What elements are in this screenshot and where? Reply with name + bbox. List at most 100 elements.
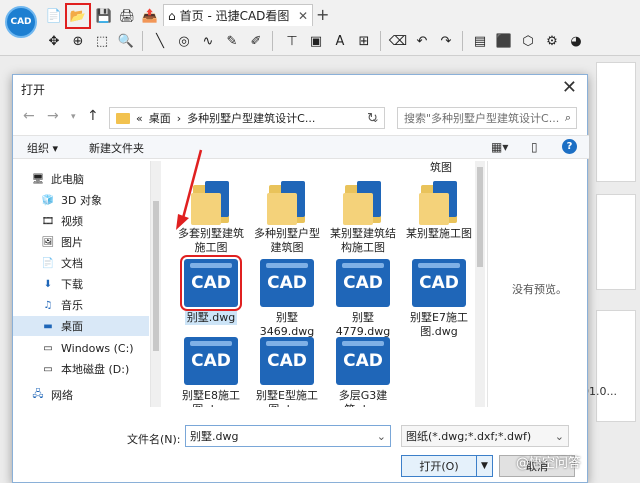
navigation-bar: ← → ▾ ↑ « 桌面 › 多种别墅户型建筑设计C... ⌄ ↻ 搜索"多种别…	[13, 105, 589, 131]
curve-icon[interactable]: ∿	[198, 31, 218, 51]
filename-input[interactable]: 别墅.dwg ⌄	[185, 425, 391, 447]
file-name: 别墅.dwg	[184, 311, 238, 325]
file-list: 筑图 多套别墅建筑施工图 多种别墅户型建筑图 某别墅建筑结构施工图 某别墅施工图…	[163, 161, 475, 407]
redo-icon[interactable]: ↷	[436, 31, 456, 51]
desktop-icon: ▬	[43, 320, 53, 332]
open-button[interactable]: 打开(O) ▼	[401, 455, 493, 477]
line-icon[interactable]: ╲	[150, 31, 170, 51]
settings-icon[interactable]: ⚙	[542, 31, 562, 51]
zoom-icon[interactable]: 🔍	[116, 31, 136, 51]
refresh-icon[interactable]: ↻	[367, 111, 378, 126]
file-name: 某别墅建筑结构施工图	[330, 227, 396, 254]
help-icon[interactable]: ?	[562, 139, 577, 154]
tab-close-icon[interactable]: ✕	[298, 9, 308, 23]
filename-value: 别墅.dwg	[190, 430, 239, 443]
preview-pane-icon[interactable]: ▯	[531, 140, 538, 154]
view-options-icon[interactable]: ▦▾	[491, 140, 508, 154]
save-icon[interactable]: 💾	[94, 6, 114, 26]
search-icon[interactable]: ⌕	[565, 111, 571, 125]
measure-icon[interactable]: ⊤	[282, 31, 302, 51]
file-name: 别墅4779.dwg	[335, 311, 391, 338]
organize-button[interactable]: 组织 ▾	[27, 140, 58, 156]
3d-view-icon[interactable]: ⬛	[494, 31, 514, 51]
eraser-icon[interactable]: ⌫	[388, 31, 408, 51]
filename-label: 文件名(N):	[127, 433, 181, 446]
picture-icon: 🖼	[41, 236, 55, 248]
file-item[interactable]: 筑图	[405, 161, 475, 175]
file-item[interactable]: CAD 别墅E8施工图.dwg	[175, 337, 247, 407]
file-item-selected[interactable]: CAD 别墅.dwg	[175, 255, 247, 325]
folder-item[interactable]: 多种别墅户型建筑图	[251, 179, 323, 255]
file-item[interactable]: CAD 别墅3469.dwg	[251, 259, 323, 339]
file-name: 多层G3建筑.dwg	[338, 389, 388, 407]
file-type-dropdown-icon[interactable]: ⌄	[555, 430, 564, 443]
breadcrumb-root[interactable]: «	[136, 112, 143, 125]
nav-item-drive-d[interactable]: ▭ 本地磁盘 (D:)	[13, 359, 149, 379]
drawing-thumbnail[interactable]	[596, 310, 636, 422]
open-dialog: 打开 ✕ ← → ▾ ↑ « 桌面 › 多种别墅户型建筑设计C... ⌄ ↻ 搜…	[12, 74, 589, 483]
tab-home[interactable]: ⌂ 首页 - 迅捷CAD看图 ✕	[163, 4, 313, 26]
command-bar: 组织 ▾ 新建文件夹 ▦▾ ▯ ?	[13, 135, 589, 159]
new-folder-button[interactable]: 新建文件夹	[89, 140, 144, 156]
circle-icon[interactable]: ◎	[174, 31, 194, 51]
back-icon[interactable]: ←	[23, 108, 35, 124]
nav-item-music[interactable]: ♫ 音乐	[13, 295, 149, 315]
nav-item-documents[interactable]: 📄 文档	[13, 253, 149, 273]
nav-item-drive-c[interactable]: ▭ Windows (C:)	[13, 338, 149, 358]
close-icon[interactable]: ✕	[562, 77, 577, 98]
file-type-select[interactable]: 图纸(*.dwg;*.dxf;*.dwf) ⌄	[401, 425, 569, 447]
export-icon[interactable]: 📤	[140, 6, 160, 26]
drawing-thumbnail[interactable]	[596, 194, 636, 290]
cube-icon[interactable]: ⬡	[518, 31, 538, 51]
nav-label: 3D 对象	[61, 194, 102, 207]
zoom-window-icon[interactable]: ⊕	[68, 31, 88, 51]
scroll-thumb[interactable]	[153, 201, 159, 351]
image-icon[interactable]: ▣	[306, 31, 326, 51]
nav-scrollbar[interactable]	[151, 161, 161, 407]
cad-file-icon: CAD	[412, 259, 466, 307]
print-icon[interactable]: 🖨	[117, 6, 137, 26]
nav-item-this-pc[interactable]: 🖥 此电脑	[13, 169, 149, 189]
scroll-thumb[interactable]	[477, 167, 483, 267]
up-icon[interactable]: ↑	[87, 108, 99, 124]
filename-dropdown-icon[interactable]: ⌄	[377, 430, 386, 443]
nav-label: 音乐	[61, 299, 83, 312]
pan-icon[interactable]: ✥	[44, 31, 64, 51]
open-file-icon[interactable]: 📂	[65, 3, 91, 29]
zoom-extent-icon[interactable]: ⬚	[92, 31, 112, 51]
breadcrumb-folder[interactable]: 多种别墅户型建筑设计C...	[187, 110, 315, 126]
folder-item[interactable]: 某别墅施工图	[403, 179, 475, 241]
cad-file-icon: CAD	[336, 259, 390, 307]
add-tab-icon[interactable]: +	[316, 5, 329, 24]
layer-icon[interactable]: ▤	[470, 31, 490, 51]
stamp-icon[interactable]: ✐	[246, 31, 266, 51]
search-box[interactable]: 搜索"多种别墅户型建筑设计C... ⌕	[397, 107, 577, 129]
file-item[interactable]: CAD 别墅E7施工图.dwg	[403, 259, 475, 339]
open-split-dropdown-icon[interactable]: ▼	[476, 456, 492, 476]
file-item[interactable]: CAD 别墅E型施工图.dwg	[251, 337, 323, 407]
file-list-scrollbar[interactable]	[475, 161, 485, 407]
undo-icon[interactable]: ↶	[412, 31, 432, 51]
forward-icon[interactable]: →	[47, 108, 59, 124]
app-logo[interactable]: CAD	[5, 6, 37, 38]
pen-icon[interactable]: ✎	[222, 31, 242, 51]
crop-icon[interactable]: ⊞	[354, 31, 374, 51]
file-item[interactable]: CAD 多层G3建筑.dwg	[327, 337, 399, 407]
recent-dropdown-icon[interactable]: ▾	[71, 112, 76, 122]
folder-item[interactable]: 某别墅建筑结构施工图	[327, 179, 399, 255]
nav-item-network[interactable]: 🖧 网络	[13, 385, 149, 405]
new-file-icon[interactable]: 📄	[44, 6, 64, 26]
nav-item-downloads[interactable]: ⬇ 下载	[13, 274, 149, 294]
text-icon[interactable]: A	[330, 31, 350, 51]
drawing-thumbnail[interactable]	[596, 62, 636, 182]
file-item[interactable]: CAD 别墅4779.dwg	[327, 259, 399, 339]
color-icon[interactable]: ◕	[566, 31, 586, 51]
nav-item-desktop[interactable]: ▬ 桌面	[13, 316, 149, 336]
folder-item[interactable]: 多套别墅建筑施工图	[175, 179, 247, 255]
nav-item-videos[interactable]: 🎞 视频	[13, 211, 149, 231]
address-bar[interactable]: « 桌面 › 多种别墅户型建筑设计C... ⌄	[109, 107, 385, 129]
folder-icon	[341, 179, 385, 225]
breadcrumb-desktop[interactable]: 桌面	[149, 110, 171, 126]
nav-item-3d-objects[interactable]: 🧊 3D 对象	[13, 190, 149, 210]
nav-item-pictures[interactable]: 🖼 图片	[13, 232, 149, 252]
